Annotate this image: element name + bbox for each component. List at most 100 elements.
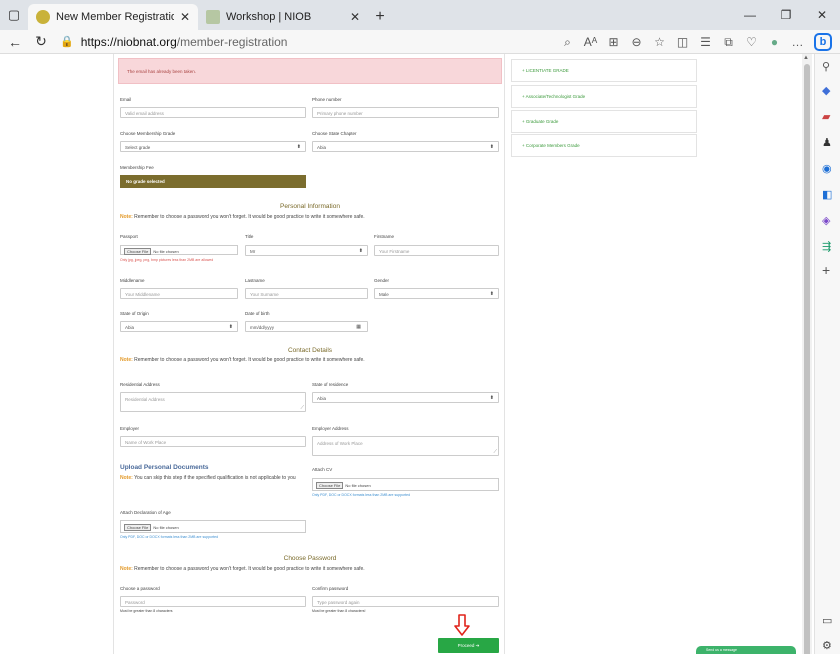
games-icon[interactable]: ♟ <box>822 136 832 149</box>
read-aloud-icon[interactable]: Aᴬ <box>579 35 602 49</box>
back-arrow-icon[interactable]: ← <box>4 34 26 50</box>
choose-file-button[interactable]: Choose File <box>316 482 344 489</box>
shopping-icon[interactable]: ◆ <box>822 84 830 97</box>
chevron-down-icon: ⬍ <box>489 291 494 297</box>
title-select[interactable]: Mr ⬍ <box>245 245 368 256</box>
niob-favicon-icon <box>36 10 50 24</box>
close-window-icon[interactable]: ✕ <box>804 8 840 22</box>
settings-gear-icon[interactable]: ⚙ <box>822 639 832 652</box>
extension-icon[interactable]: ⌕ <box>556 35 579 50</box>
grade-item-associate[interactable]: + Associate/Technologist Grade <box>511 85 697 108</box>
employer-input[interactable]: Name of Work Place <box>120 436 306 447</box>
password-input[interactable]: Password <box>120 596 306 607</box>
more-menu-icon[interactable]: … <box>786 35 809 49</box>
restore-icon[interactable]: ❐ <box>768 8 804 22</box>
lastname-label: Lastname <box>245 278 265 283</box>
address-label: Residential Address <box>120 382 160 387</box>
tab-title: New Member Registration | Step <box>56 11 174 23</box>
resize-grip-icon[interactable]: ⟋ <box>493 449 497 455</box>
page-scrollbar[interactable]: ▲ <box>802 54 812 654</box>
passport-file-input[interactable]: Choose File No file chosen <box>120 245 238 255</box>
microsoft365-icon[interactable]: ◉ <box>822 162 832 175</box>
tab-actions-icon[interactable]: ▢ <box>0 0 28 30</box>
designer-icon[interactable]: ◈ <box>822 214 830 227</box>
choose-file-button[interactable]: Choose File <box>124 524 152 531</box>
grade-item-corporate[interactable]: + Corporate Members Grade <box>511 134 697 157</box>
tab-workshop[interactable]: Workshop | NIOB ✕ <box>198 4 368 30</box>
passport-label: Passport <box>120 234 138 239</box>
age-declaration-file-input[interactable]: Choose File No file chosen <box>120 520 306 533</box>
choose-file-button[interactable]: Choose File <box>124 248 152 255</box>
tab-close-icon[interactable]: ✕ <box>180 10 190 24</box>
no-file-text: No file chosen <box>345 483 371 488</box>
refresh-icon[interactable]: ↻ <box>30 33 52 50</box>
new-tab-button[interactable]: + <box>368 4 392 30</box>
resize-grip-icon[interactable]: ⟋ <box>300 405 304 411</box>
gender-select[interactable]: Male ⬍ <box>374 288 499 299</box>
no-file-text: No file chosen <box>153 249 179 254</box>
chevron-down-icon: ⬍ <box>489 144 494 150</box>
split-screen-icon[interactable]: ◫ <box>671 35 694 49</box>
favorite-star-icon[interactable]: ☆ <box>648 35 671 49</box>
tab-bar: ▢ New Member Registration | Step ✕ Works… <box>0 0 840 30</box>
profile-avatar-icon[interactable]: ● <box>763 35 786 49</box>
grade-item-graduate[interactable]: + Graduate Grade <box>511 110 697 133</box>
chat-widget-button[interactable]: Send us a message <box>696 646 796 654</box>
dob-label: Date of birth <box>245 311 270 316</box>
minimize-icon[interactable]: — <box>732 8 768 22</box>
note-text: Remember to choose a password you won't … <box>132 214 365 220</box>
upload-documents-title: Upload Personal Documents <box>120 464 209 471</box>
employer-address-textarea[interactable]: Address of Work Place ⟋ <box>312 436 499 456</box>
browser-window: ▢ New Member Registration | Step ✕ Works… <box>0 0 840 654</box>
note-label: Note: <box>120 566 133 572</box>
age-declaration-label: Attach Declaration of Age <box>120 510 171 515</box>
tab-title: Workshop | NIOB <box>226 11 312 23</box>
middlename-input[interactable]: Your Middlename <box>120 288 238 299</box>
add-sidebar-icon[interactable]: + <box>822 262 830 278</box>
email-label: Email <box>120 97 132 102</box>
app-icon[interactable]: ⊞ <box>602 35 625 49</box>
chapter-select[interactable]: Abia ⬍ <box>312 141 499 152</box>
cv-file-input[interactable]: Choose File No file chosen <box>312 478 499 491</box>
residence-select[interactable]: Abia ⬍ <box>312 392 499 403</box>
zoom-icon[interactable]: ⊖ <box>625 35 648 49</box>
tab-registration[interactable]: New Member Registration | Step ✕ <box>28 4 198 30</box>
origin-value: Abia <box>125 325 135 330</box>
chevron-down-icon: ⬍ <box>296 144 301 150</box>
drop-icon[interactable]: ⇶ <box>822 240 831 253</box>
no-file-text: No file chosen <box>153 525 179 530</box>
url-field[interactable]: 🔒 https://niobnat.org/member-registratio… <box>60 32 460 52</box>
tab-close-icon[interactable]: ✕ <box>350 10 360 24</box>
search-icon[interactable]: ⚲ <box>822 60 830 73</box>
lock-icon[interactable]: 🔒 <box>60 35 74 48</box>
grade-item-licentiate[interactable]: + LICENTIATE GRADE <box>511 59 697 82</box>
proceed-button[interactable]: Proceed ➔ <box>438 638 499 653</box>
collections-icon[interactable]: ⧉ <box>717 35 740 50</box>
middlename-label: Middlename <box>120 278 145 283</box>
gender-value: Male <box>379 292 389 297</box>
bing-chat-icon[interactable]: b <box>814 33 832 51</box>
scrollbar-thumb[interactable] <box>804 64 810 654</box>
outlook-icon[interactable]: ◧ <box>822 188 832 201</box>
grade-select[interactable]: Select grade ⬍ <box>120 141 306 152</box>
email-input[interactable]: Valid email address <box>120 107 306 118</box>
calendar-icon[interactable]: ▦ <box>356 324 361 330</box>
firstname-input[interactable]: Your Firstname <box>374 245 499 256</box>
cv-hint: Only PDF, DOC or DOCX formats less than … <box>312 493 411 497</box>
dob-input[interactable]: mm/dd/yyyy ▦ <box>245 321 368 332</box>
lastname-input[interactable]: Your Surname <box>245 288 368 299</box>
origin-select[interactable]: Abia ⬍ <box>120 321 238 332</box>
favorites-icon[interactable]: ☰ <box>694 35 717 49</box>
confirm-password-input[interactable]: Type password again <box>312 596 499 607</box>
url-path: /member-registration <box>176 34 288 49</box>
address-placeholder: Residential Address <box>125 397 165 402</box>
phone-input[interactable]: Primary phone number <box>312 107 499 118</box>
browser-essentials-icon[interactable]: ♡ <box>740 35 763 49</box>
sidebar-layout-icon[interactable]: ▭ <box>822 614 832 627</box>
confirm-password-label: Confirm password <box>312 586 349 591</box>
scroll-up-arrow-icon[interactable]: ▲ <box>803 55 809 61</box>
contact-details-title: Contact Details <box>287 347 333 354</box>
tools-icon[interactable]: ▰ <box>822 110 830 123</box>
address-textarea[interactable]: Residential Address ⟋ <box>120 392 306 412</box>
chapter-label: Choose State Chapter <box>312 131 357 136</box>
